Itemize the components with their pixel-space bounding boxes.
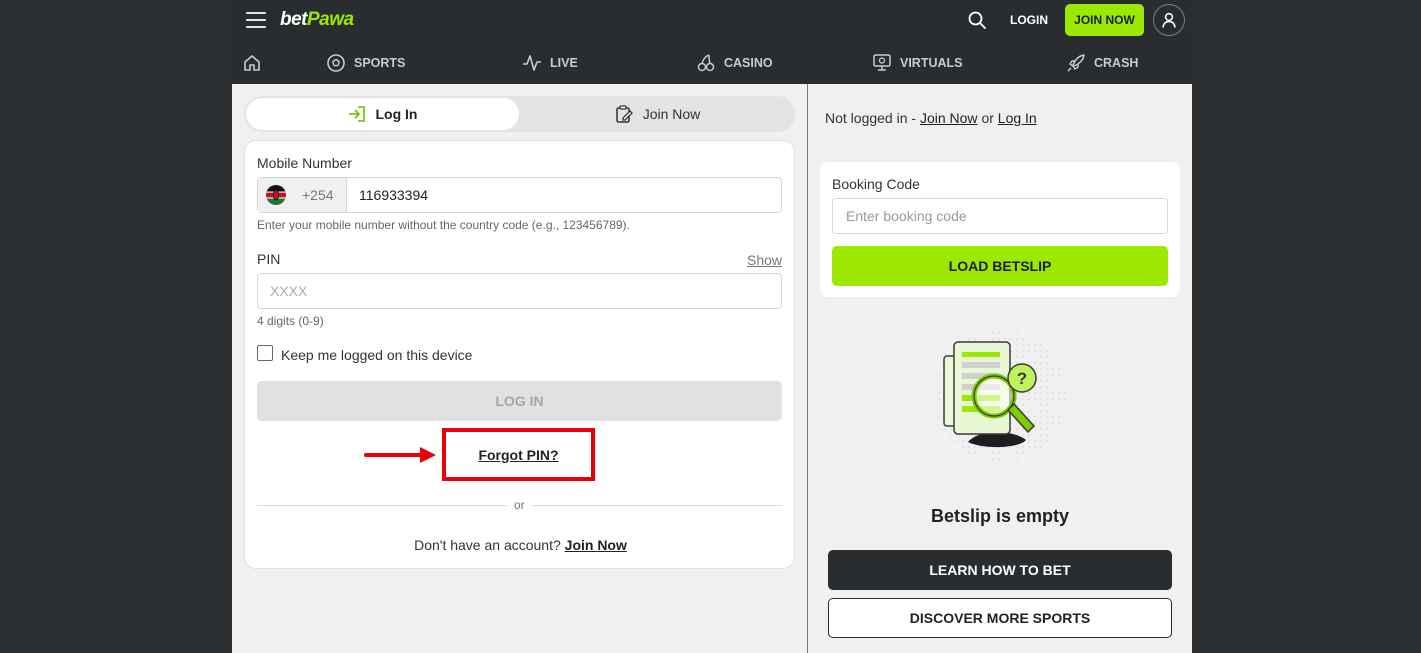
- auth-panel: Log In Join Now Mobile Number +254 11693…: [232, 84, 807, 653]
- app-shell: betPawa LOGIN JOIN NOW SPORTS LIVE CASIN…: [232, 0, 1192, 653]
- header-login-link[interactable]: LOGIN: [1010, 13, 1048, 27]
- tab-join-now-label: Join Now: [642, 106, 701, 122]
- keep-logged-label[interactable]: Keep me logged on this device: [281, 347, 472, 363]
- betslip-empty-title: Betslip is empty: [930, 506, 1070, 526]
- nav-casino-label: CASINO: [724, 56, 773, 70]
- betslip-panel: Not logged in - Join Now or Log In Booki…: [808, 84, 1192, 653]
- pulse-icon: [523, 55, 541, 71]
- pin-hint: 4 digits (0-9): [257, 314, 324, 328]
- tab-join-now[interactable]: Join Now: [522, 98, 793, 130]
- learn-how-to-bet-button[interactable]: LEARN HOW TO BET: [828, 550, 1172, 590]
- mobile-number-label: Mobile Number: [257, 155, 352, 171]
- home-icon: [244, 55, 260, 71]
- clipboard-edit-icon: [615, 105, 633, 123]
- login-form: Mobile Number +254 116933394 Enter your …: [244, 140, 795, 569]
- nav-virtuals-label: VIRTUALS: [900, 56, 963, 70]
- tab-log-in-label: Log In: [375, 106, 418, 122]
- nav-virtuals[interactable]: VIRTUALS: [872, 52, 963, 74]
- svg-text:?: ?: [1017, 369, 1027, 388]
- nav-live-label: LIVE: [550, 56, 578, 70]
- mobile-number-hint: Enter your mobile number without the cou…: [257, 218, 630, 232]
- nav-sports[interactable]: SPORTS: [326, 52, 405, 74]
- discover-more-sports-button[interactable]: DISCOVER MORE SPORTS: [828, 598, 1172, 638]
- status-login-link[interactable]: Log In: [998, 110, 1037, 126]
- divider-line-right: [532, 505, 782, 506]
- forgot-pin-highlight: Forgot PIN?: [442, 428, 595, 481]
- booking-code-card: Booking Code LOAD BETSLIP: [820, 162, 1180, 297]
- auth-tabs: Log In Join Now: [244, 96, 795, 132]
- user-icon: [1162, 12, 1176, 28]
- status-or: or: [981, 110, 994, 126]
- country-code-selector[interactable]: +254: [258, 178, 347, 212]
- mobile-number-input[interactable]: [347, 178, 781, 212]
- pin-label: PIN: [257, 251, 281, 267]
- tab-log-in[interactable]: Log In: [246, 98, 519, 130]
- cherries-icon: [697, 54, 715, 72]
- log-in-button[interactable]: LOG IN: [257, 381, 782, 421]
- red-arrow-icon: [364, 447, 436, 463]
- no-account-text: Don't have an account?: [414, 537, 561, 553]
- nav-sports-label: SPORTS: [354, 56, 406, 70]
- or-divider: or: [257, 497, 782, 513]
- soccer-ball-icon: [327, 54, 345, 72]
- booking-code-label: Booking Code: [832, 176, 920, 192]
- menu-icon[interactable]: [246, 12, 266, 28]
- or-text: or: [514, 498, 525, 512]
- rocket-icon: [1067, 54, 1085, 72]
- nav-live[interactable]: LIVE: [522, 52, 578, 74]
- show-pin-toggle[interactable]: Show: [747, 252, 782, 268]
- forgot-pin-link[interactable]: Forgot PIN?: [478, 447, 558, 463]
- join-now-link[interactable]: Join Now: [565, 537, 627, 553]
- header-join-button[interactable]: JOIN NOW: [1065, 4, 1144, 36]
- nav-crash[interactable]: CRASH: [1066, 52, 1138, 74]
- empty-betslip-illustration: ?: [934, 330, 1066, 462]
- login-arrow-icon: [348, 106, 365, 122]
- betpawa-logo[interactable]: betPawa: [280, 9, 354, 31]
- user-profile-button[interactable]: [1153, 4, 1185, 36]
- login-status: Not logged in - Join Now or Log In: [825, 110, 1037, 126]
- nav-home[interactable]: [242, 52, 262, 74]
- main-nav: SPORTS LIVE CASINO VIRTUALS CRASH: [232, 40, 1192, 84]
- booking-code-input[interactable]: [832, 198, 1168, 234]
- nav-casino[interactable]: CASINO: [696, 52, 773, 74]
- load-betslip-button[interactable]: LOAD BETSLIP: [832, 246, 1168, 286]
- divider-line-left: [257, 505, 507, 506]
- keep-logged-checkbox[interactable]: [257, 345, 273, 361]
- status-join-link[interactable]: Join Now: [920, 110, 978, 126]
- search-icon[interactable]: [968, 11, 986, 29]
- top-bar: betPawa LOGIN JOIN NOW: [232, 0, 1192, 40]
- logo-text-pawa: Pawa: [307, 9, 354, 30]
- signup-prompt: Don't have an account? Join Now: [245, 537, 796, 553]
- virtual-screen-icon: [873, 54, 891, 71]
- mobile-number-group: +254: [257, 177, 782, 213]
- country-code: +254: [302, 187, 334, 203]
- pin-input[interactable]: [257, 273, 782, 309]
- kenya-flag-icon: [266, 185, 286, 205]
- logo-text-bet: bet: [280, 9, 308, 30]
- nav-crash-label: CRASH: [1094, 56, 1139, 70]
- status-prefix: Not logged in -: [825, 110, 917, 126]
